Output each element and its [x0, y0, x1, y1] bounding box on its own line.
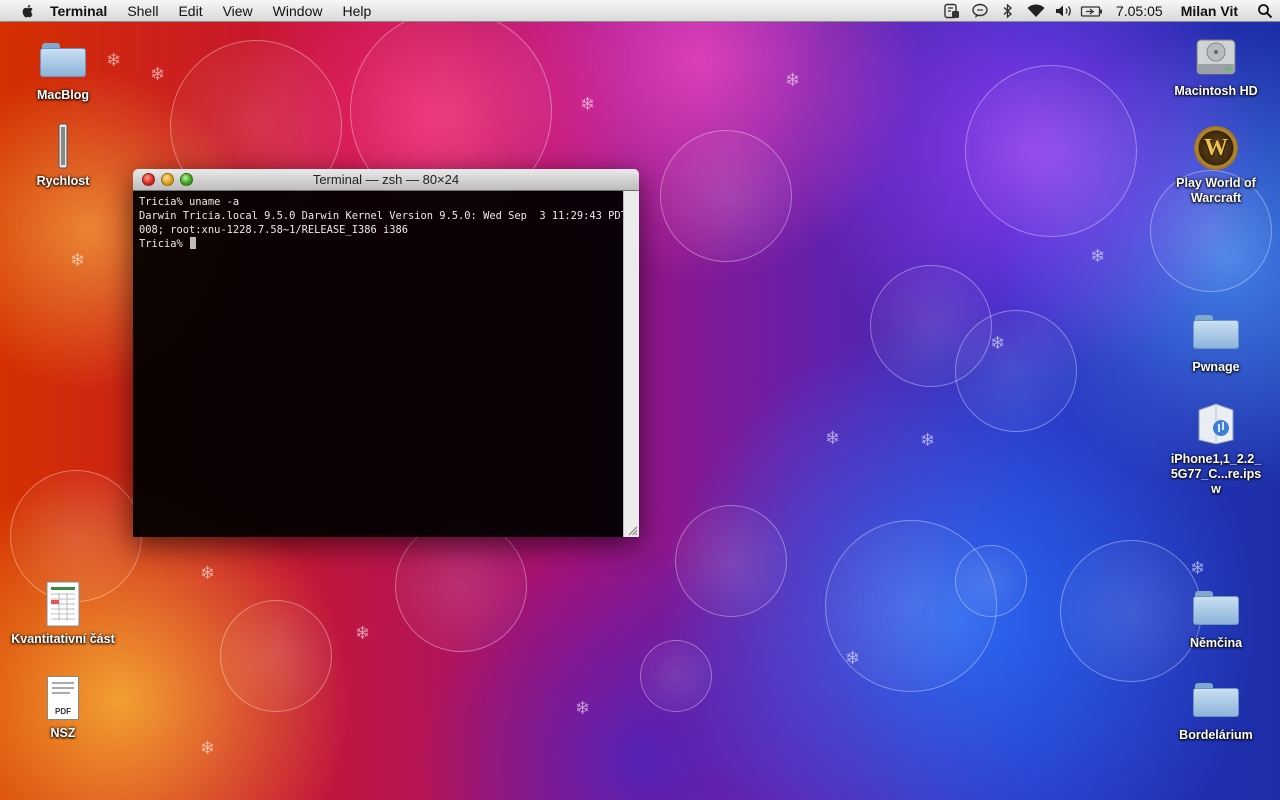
warcraft-icon: W	[1194, 126, 1238, 170]
warcraft-badge-text: W	[1204, 134, 1228, 161]
menu-view[interactable]: View	[213, 0, 263, 22]
snowflake-decoration: ❄	[825, 428, 841, 449]
terminal-line: Darwin Tricia.local 9.5.0 Darwin Kernel …	[139, 210, 639, 222]
menubar-clock[interactable]: 7.05:05	[1106, 3, 1173, 19]
pdf-icon: PDF	[47, 676, 79, 720]
spreadsheet-icon	[46, 581, 80, 627]
terminal-line: Tricia% uname -a	[139, 196, 240, 208]
terminal-prompt-line: Tricia%	[139, 237, 623, 251]
menu-shell[interactable]: Shell	[117, 0, 168, 22]
menu-bar: Terminal Shell Edit View Window Help 7.0…	[0, 0, 1280, 22]
wallpaper-bokeh	[660, 130, 792, 262]
resize-grip-icon[interactable]	[626, 524, 638, 536]
snowflake-decoration: ❄	[785, 70, 801, 91]
fast-user-switch[interactable]: Milan Vit	[1173, 3, 1250, 19]
wifi-icon[interactable]	[1022, 0, 1050, 22]
desktop-icon-ipsw[interactable]: iPhone1,1_2.2_5G77_C...re.ipsw	[1161, 400, 1271, 497]
desktop-icon-label: Play World of Warcraft	[1176, 176, 1256, 205]
spotlight-search-icon[interactable]	[1250, 0, 1280, 22]
desktop-icon-nemcina[interactable]: Němčina	[1161, 584, 1271, 651]
desktop-icon-rychlost[interactable]: Rychlost	[8, 122, 118, 189]
wallpaper-bokeh	[955, 310, 1077, 432]
wallpaper-bokeh	[965, 65, 1137, 237]
terminal-title-bar[interactable]: Terminal — zsh — 80×24	[133, 169, 639, 191]
terminal-content[interactable]: Tricia% uname -a Darwin Tricia.local 9.5…	[133, 191, 639, 537]
text-cursor	[190, 237, 197, 249]
menu-extras: 7.05:05 Milan Vit	[938, 0, 1280, 22]
bluetooth-icon[interactable]	[994, 0, 1022, 22]
apple-menu-icon[interactable]	[20, 3, 36, 19]
menu-app-terminal[interactable]: Terminal	[48, 0, 117, 22]
ipsw-icon	[1198, 403, 1234, 445]
desktop-icon-nsz[interactable]: PDF NSZ	[8, 674, 118, 741]
wallpaper-bokeh	[955, 545, 1027, 617]
volume-icon[interactable]	[1050, 0, 1078, 22]
snowflake-decoration: ❄	[575, 698, 591, 719]
battery-icon[interactable]	[1078, 0, 1106, 22]
snowflake-decoration: ❄	[355, 623, 371, 644]
snowflake-decoration: ❄	[200, 563, 216, 584]
desktop-icon-pwnage[interactable]: Pwnage	[1161, 308, 1271, 375]
folder-icon	[1193, 591, 1239, 625]
desktop-icon-label: MacBlog	[36, 88, 90, 102]
desktop-icon-label: Macintosh HD	[1174, 84, 1258, 98]
chat-icon[interactable]	[966, 0, 994, 22]
terminal-line: 008; root:xnu-1228.7.58~1/RELEASE_I386 i…	[139, 224, 408, 236]
desktop-icon-macblog[interactable]: MacBlog	[8, 36, 118, 103]
snowflake-decoration: ❄	[845, 648, 861, 669]
wallpaper-bokeh	[220, 600, 332, 712]
terminal-title: Terminal — zsh — 80×24	[312, 172, 460, 187]
desktop-icon-bordelarium[interactable]: Bordelárium	[1161, 676, 1271, 743]
desktop-icon-warcraft[interactable]: W Play World of Warcraft	[1161, 124, 1271, 206]
snowflake-decoration: ❄	[200, 738, 216, 759]
hard-drive-icon	[1196, 39, 1236, 75]
desktop-icon-label: NSZ	[50, 726, 76, 740]
folder-icon	[1193, 683, 1239, 717]
pdf-badge-text: PDF	[55, 707, 71, 716]
desktop-icon-label: Bordelárium	[1179, 728, 1253, 742]
wallpaper-bokeh	[640, 640, 712, 712]
script-icon[interactable]	[938, 0, 966, 22]
terminal-window[interactable]: Terminal — zsh — 80×24 Tricia% uname -a …	[133, 169, 639, 537]
desktop-icon-label: Pwnage	[1192, 360, 1240, 374]
desktop-icon-label: Němčina	[1189, 636, 1243, 650]
snowflake-decoration: ❄	[1090, 246, 1106, 267]
menu-edit[interactable]: Edit	[168, 0, 212, 22]
desktop-icon-label: iPhone1,1_2.2_5G77_C...re.ipsw	[1170, 452, 1262, 496]
desktop-icon-macintosh-hd[interactable]: Macintosh HD	[1161, 32, 1271, 99]
snowflake-decoration: ❄	[920, 430, 936, 451]
snowflake-decoration: ❄	[70, 250, 86, 271]
wallpaper-bokeh	[395, 520, 527, 652]
terminal-scrollbar[interactable]	[623, 191, 639, 537]
desktop-icon-kvantitativni[interactable]: Kvantitativní část	[8, 580, 118, 647]
app-icon	[58, 123, 68, 169]
folder-icon	[40, 43, 86, 77]
wallpaper-bokeh	[675, 505, 787, 617]
snowflake-decoration: ❄	[150, 64, 166, 85]
menu-window[interactable]: Window	[263, 0, 333, 22]
snowflake-decoration: ❄	[580, 94, 596, 115]
snowflake-decoration: ❄	[990, 333, 1006, 354]
desktop-icon-label: Rychlost	[36, 174, 90, 188]
folder-icon	[1193, 315, 1239, 349]
terminal-prompt: Tricia%	[139, 238, 183, 250]
menu-help[interactable]: Help	[332, 0, 381, 22]
snowflake-decoration: ❄	[1190, 558, 1206, 579]
desktop-icon-label: Kvantitativní část	[11, 632, 115, 646]
